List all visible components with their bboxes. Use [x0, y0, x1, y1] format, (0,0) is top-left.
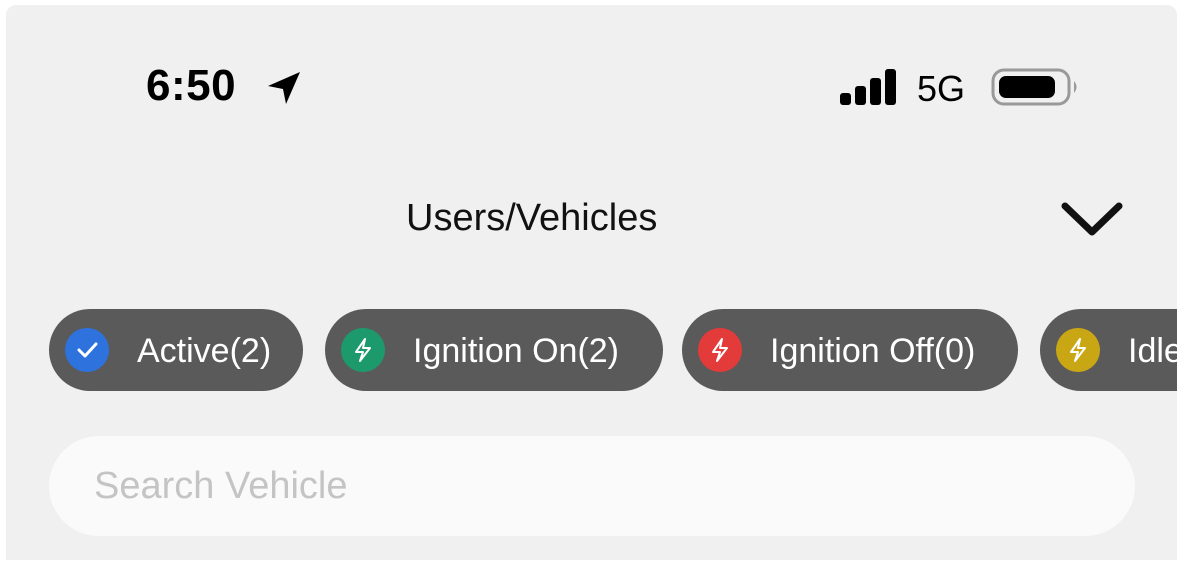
filter-chip-ignition-off[interactable]: Ignition Off(0) [682, 309, 1018, 391]
search-input[interactable] [49, 436, 1135, 536]
check-icon [65, 328, 109, 372]
filter-chip-label: Active(2) [137, 332, 272, 370]
filter-chip-label: Idle [1128, 332, 1177, 370]
lightning-icon [341, 328, 385, 372]
app-screen: 6:50 5G Users/Vehicles Active(2) Ignitio… [6, 5, 1177, 560]
network-type: 5G [917, 68, 966, 109]
filter-chip-label: Ignition Off(0) [770, 332, 976, 370]
filter-chip-ignition-on[interactable]: Ignition On(2) [325, 309, 663, 391]
status-time: 6:50 [146, 61, 237, 110]
cellular-signal-icon [840, 69, 896, 105]
filter-chip-label: Ignition On(2) [413, 332, 619, 370]
filter-chip-active[interactable]: Active(2) [49, 309, 303, 391]
lightning-icon [1056, 328, 1100, 372]
chevron-down-icon[interactable] [1059, 198, 1125, 242]
location-arrow-icon [268, 72, 300, 104]
battery-icon [991, 68, 1077, 106]
page-title: Users/Vehicles [406, 197, 658, 239]
filter-chip-idle[interactable]: Idle [1040, 309, 1177, 391]
lightning-icon [698, 328, 742, 372]
